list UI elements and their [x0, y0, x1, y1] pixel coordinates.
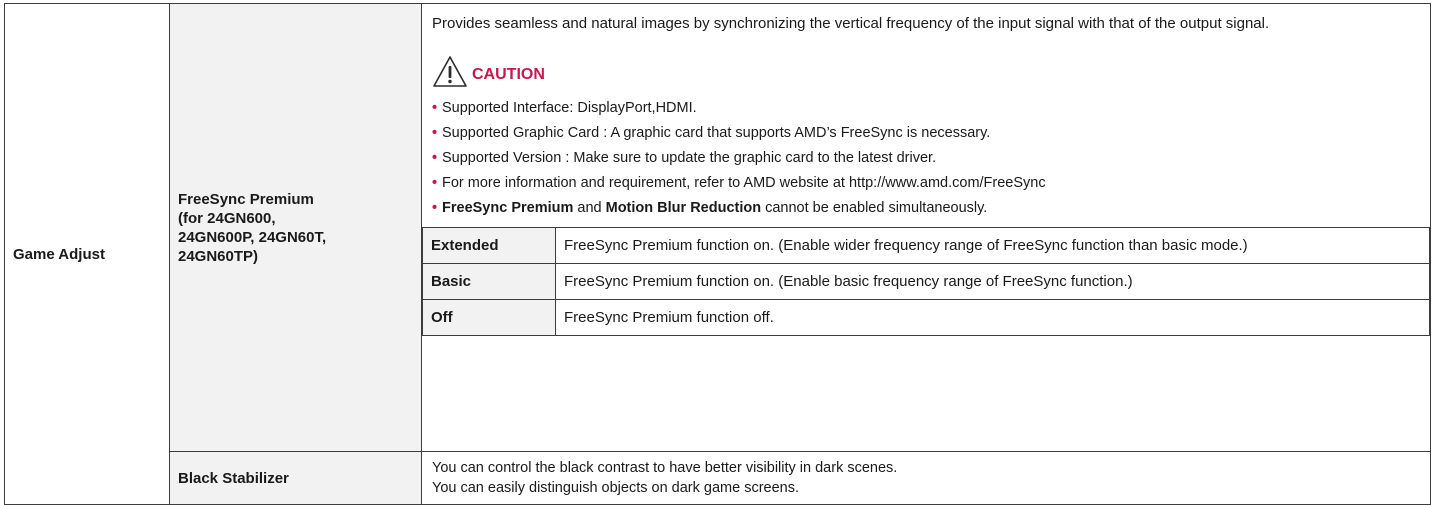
- black-stabilizer-line: You can easily distinguish objects on da…: [432, 480, 800, 496]
- table-row: Off FreeSync Premium function off.: [422, 299, 1430, 336]
- black-stabilizer-line: You can control the black contrast to ha…: [432, 460, 898, 476]
- option-label-off: Off: [422, 299, 556, 336]
- feature-detail-freesync: Provides seamless and natural images by …: [421, 3, 1431, 452]
- list-item: • For more information and requirement, r…: [432, 175, 1046, 191]
- caution-header: CAUTION: [432, 54, 1420, 90]
- feature-name-line: (for 24GN600,: [178, 209, 276, 227]
- category-cell: Game Adjust: [4, 3, 170, 505]
- feature-name-line: FreeSync Premium: [178, 190, 314, 208]
- option-label-extended: Extended: [422, 227, 556, 264]
- caution-title: CAUTION: [472, 66, 545, 83]
- manual-page: Game Adjust FreeSync Premium (for 24GN60…: [4, 3, 1431, 505]
- freesync-options-table: Extended FreeSync Premium function on. (…: [422, 227, 1430, 336]
- option-desc-basic: FreeSync Premium function on. (Enable ba…: [555, 263, 1430, 300]
- option-desc-off: FreeSync Premium function off.: [555, 299, 1430, 336]
- caution-list: • Supported Interface: DisplayPort,HDMI. …: [432, 96, 1420, 221]
- list-item: • Supported Version : Make sure to update…: [432, 150, 937, 166]
- feature-name-freesync: FreeSync Premium (for 24GN600, 24GN600P,…: [169, 3, 422, 452]
- list-item: • Supported Graphic Card : A graphic card…: [432, 125, 991, 141]
- freesync-intro: Provides seamless and natural images by …: [432, 15, 1270, 32]
- list-item: • FreeSync Premium and Motion Blur Reduct…: [432, 200, 988, 216]
- table-row: Basic FreeSync Premium function on. (Ena…: [422, 263, 1430, 300]
- feature-name-black-stabilizer: Black Stabilizer: [169, 451, 422, 505]
- settings-table: Game Adjust FreeSync Premium (for 24GN60…: [4, 3, 1431, 505]
- table-row: Extended FreeSync Premium function on. (…: [422, 227, 1430, 264]
- option-desc-extended: FreeSync Premium function on. (Enable wi…: [555, 227, 1430, 264]
- feature-detail-black-stabilizer: You can control the black contrast to ha…: [421, 451, 1431, 505]
- freesync-description: Provides seamless and natural images by …: [422, 4, 1430, 227]
- option-label-basic: Basic: [422, 263, 556, 300]
- feature-name-line: 24GN600P, 24GN60T,: [178, 228, 327, 246]
- feature-name-line: 24GN60TP): [178, 247, 259, 265]
- category-label: Game Adjust: [13, 245, 105, 263]
- warning-triangle-icon: [432, 55, 468, 89]
- list-item: • Supported Interface: DisplayPort,HDMI.: [432, 100, 697, 116]
